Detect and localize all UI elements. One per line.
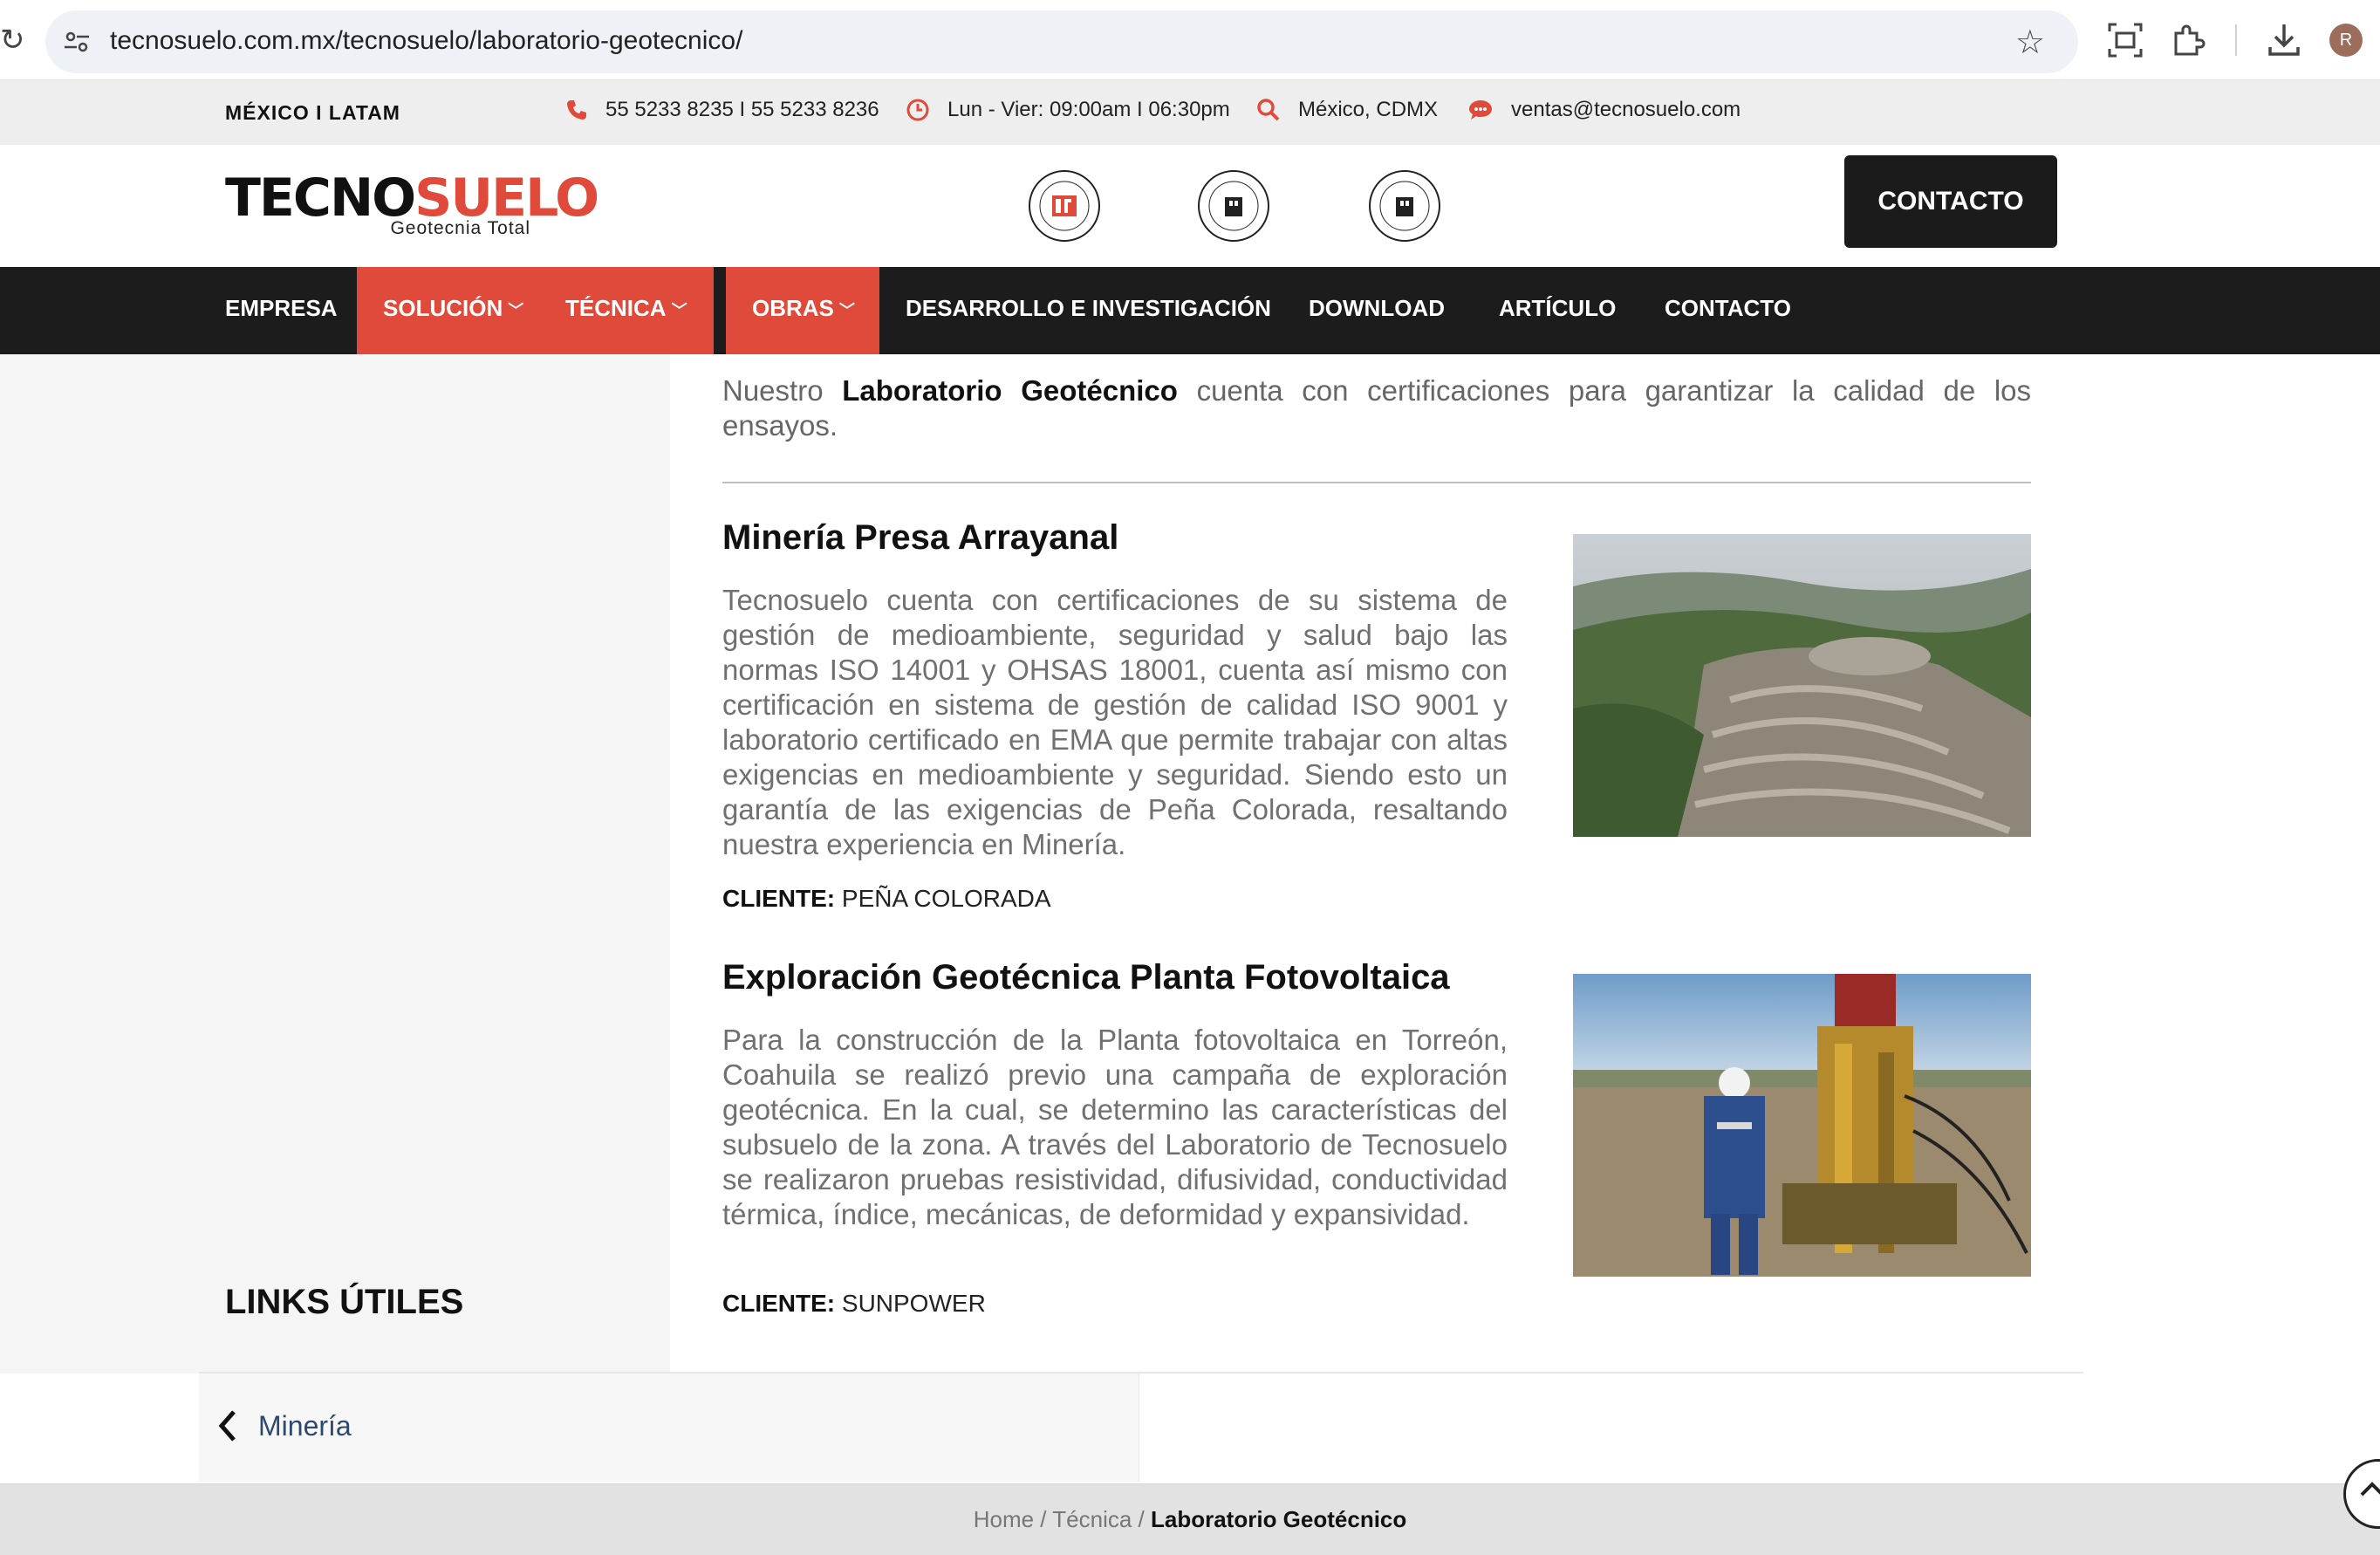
address-bar[interactable]: tecnosuelo.com.mx/tecnosuelo/laboratorio… [45,10,2078,73]
chevron-down-icon: ﹀ [671,302,687,319]
client-name: PEÑA COLORADA [841,885,1051,912]
site-header: TECNOSUELO Geotecnia Total CONTACTO [0,145,2380,267]
phone-text: 55 5233 8235 I 55 5233 8236 [605,98,879,121]
intro-prefix: Nuestro [722,374,824,407]
chevron-down-icon: ﹀ [838,302,855,319]
mining-aerial-photo [1573,534,2031,837]
nav-item-contacto[interactable]: CONTACTO [1638,267,1817,354]
chevron-left-icon [218,1410,236,1442]
extensions-icon[interactable] [2169,21,2207,59]
links-utiles-heading: LINKS ÚTILES [225,1283,464,1321]
previous-post-nav[interactable]: Minería [199,1373,1139,1482]
nav-label: DESARROLLO E INVESTIGACIÓN [906,295,1271,321]
hours-info: Lun - Vier: 09:00am I 06:30pm [906,98,1230,122]
drilling-rig-photo [1573,974,2031,1277]
project-client: CLIENTE: SUNPOWER [722,1290,986,1318]
project-description: Para la construcción de la Planta fotovo… [722,1024,1508,1230]
logo-text-tec: TECNO [225,168,416,229]
project-title: Exploración Geotécnica Planta Fotovoltai… [722,958,1450,997]
download-icon[interactable] [2265,21,2303,59]
client-label: CLIENTE: [722,1290,836,1317]
nav-item-solucion[interactable]: SOLUCIÓN ﹀ [357,267,539,354]
chevron-down-icon: ﹀ [508,302,524,319]
nav-label: CONTACTO [1665,295,1791,321]
site-settings-icon[interactable] [63,28,91,56]
url-text[interactable]: tecnosuelo.com.mx/tecnosuelo/laboratorio… [110,26,742,56]
nav-label: DOWNLOAD [1309,295,1445,321]
section-divider [722,482,2031,483]
reload-icon[interactable]: ↻ [0,23,25,58]
nav-label: SOLUCIÓN [383,295,503,321]
breadcrumb-home[interactable]: Home [974,1506,1034,1532]
nav-item-empresa[interactable]: EMPRESA [199,267,364,354]
region-label: MÉXICO I LATAM [225,101,400,124]
clock-icon [906,99,929,121]
breadcrumb-separator: / [1034,1506,1053,1532]
nav-item-tecnica[interactable]: TÉCNICA ﹀ [539,267,714,354]
phone-icon [567,100,586,120]
nav-label: OBRAS [752,295,834,321]
nav-item-download[interactable]: DOWNLOAD [1282,267,1471,354]
email-text: ventas@tecnosuelo.com [1511,98,1741,121]
nav-label: TÉCNICA [565,295,667,321]
breadcrumb-separator: / [1132,1506,1151,1532]
email-info[interactable]: ventas@tecnosuelo.com [1467,98,1741,122]
top-info-bar: MÉXICO I LATAM 55 5233 8235 I 55 5233 82… [0,80,2380,145]
dfi-certification-logo [1029,170,1100,242]
nav-label: ARTÍCULO [1499,295,1617,321]
breadcrumb-section[interactable]: Técnica [1052,1506,1132,1532]
intro-bold: Laboratorio Geotécnico [842,374,1178,407]
browser-toolbar: ↻ tecnosuelo.com.mx/tecnosuelo/laborator… [0,0,2380,80]
chevron-up-icon [2360,1482,2380,1497]
breadcrumb: Home / Técnica / Laboratorio Geotécnico [0,1483,2380,1555]
toolbar-separator [2235,24,2237,56]
chat-icon [1469,100,1492,120]
client-label: CLIENTE: [722,885,836,912]
previous-post-label: Minería [258,1409,352,1442]
project-description: Tecnosuelo cuenta con certificaciones de… [722,584,1508,860]
search-icon [1257,99,1280,121]
screen-capture-icon[interactable] [2106,21,2144,59]
breadcrumb-current: Laboratorio Geotécnico [1151,1506,1407,1532]
location-info: México, CDMX [1256,98,1438,122]
contact-button[interactable]: CONTACTO [1844,155,2057,248]
profile-avatar[interactable]: R [2329,24,2363,57]
hours-text: Lun - Vier: 09:00am I 06:30pm [947,98,1230,121]
logo-subtitle: Geotecnia Total [390,218,530,238]
iso-certification-logo [1198,170,1269,242]
sidebar [0,354,670,1373]
intro-paragraph: Nuestro Laboratorio Geotécnico cuenta co… [722,373,2031,443]
phone-info[interactable]: 55 5233 8235 I 55 5233 8236 [565,98,879,122]
project-client: CLIENTE: PEÑA COLORADA [722,885,1051,913]
nav-item-desarrollo[interactable]: DESARROLLO E INVESTIGACIÓN [879,267,1297,354]
site-logo[interactable]: TECNOSUELO Geotecnia Total [225,168,599,241]
iso-certification-logo [1369,170,1440,242]
client-name: SUNPOWER [841,1290,986,1317]
nav-item-obras[interactable]: OBRAS ﹀ [726,267,879,354]
main-nav: EMPRESA SOLUCIÓN ﹀ TÉCNICA ﹀ OBRAS ﹀ DESARR… [0,267,2380,354]
project-title: Minería Presa Arrayanal [722,518,1119,557]
bookmark-star-icon[interactable]: ☆ [2015,23,2045,62]
nav-label: EMPRESA [225,295,338,321]
nav-item-articulo[interactable]: ARTÍCULO [1473,267,1642,354]
previous-post-link[interactable]: Minería [216,1408,352,1443]
location-text: México, CDMX [1298,98,1439,121]
